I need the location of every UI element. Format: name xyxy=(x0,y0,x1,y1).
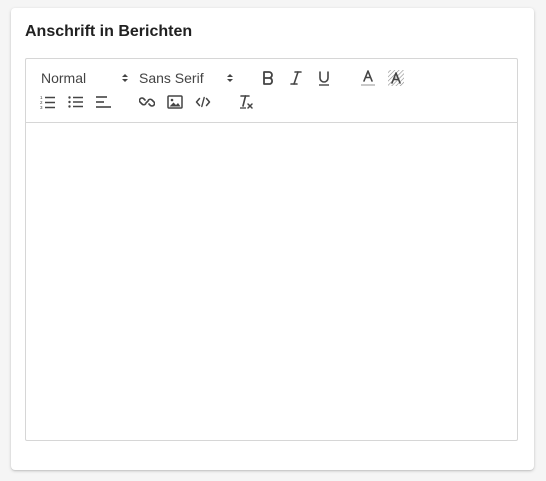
underline-button[interactable] xyxy=(313,68,335,88)
bold-icon xyxy=(261,70,275,86)
svg-text:3: 3 xyxy=(40,105,43,109)
section-title: Anschrift in Berichten xyxy=(25,23,193,40)
header-picker-label: Normal xyxy=(41,70,87,86)
code-block-button[interactable] xyxy=(192,92,214,112)
bullet-list-icon xyxy=(68,95,84,109)
image-icon xyxy=(167,95,183,109)
ordered-list-button[interactable]: 1 2 3 xyxy=(37,92,59,112)
editor-toolbar: Normal Sans Serif 1 2 3 xyxy=(26,59,517,123)
link-icon xyxy=(139,94,155,110)
rich-text-editor: Normal Sans Serif 1 2 3 xyxy=(25,58,518,441)
font-picker-label: Sans Serif xyxy=(139,70,204,86)
background-color-icon xyxy=(387,69,405,87)
clear-format-icon xyxy=(238,94,254,110)
text-color-icon xyxy=(360,69,376,87)
italic-icon xyxy=(289,70,303,86)
chevron-updown-icon xyxy=(226,71,234,85)
align-button[interactable] xyxy=(93,92,115,112)
clear-formatting-button[interactable] xyxy=(235,92,257,112)
code-icon xyxy=(195,95,211,109)
ordered-list-icon: 1 2 3 xyxy=(40,95,56,109)
chevron-updown-icon xyxy=(121,71,129,85)
bold-button[interactable] xyxy=(257,68,279,88)
bullet-list-button[interactable] xyxy=(65,92,87,112)
link-button[interactable] xyxy=(136,92,158,112)
image-button[interactable] xyxy=(164,92,186,112)
editor-content-area[interactable] xyxy=(26,123,517,440)
underline-icon xyxy=(317,70,331,86)
background-color-button[interactable] xyxy=(385,68,407,88)
font-picker[interactable]: Sans Serif xyxy=(139,69,237,87)
align-left-icon xyxy=(95,95,113,109)
header-picker[interactable]: Normal xyxy=(41,69,131,87)
text-color-button[interactable] xyxy=(357,68,379,88)
address-settings-card: Anschrift in Berichten Normal Sans Serif xyxy=(11,8,534,470)
italic-button[interactable] xyxy=(285,68,307,88)
